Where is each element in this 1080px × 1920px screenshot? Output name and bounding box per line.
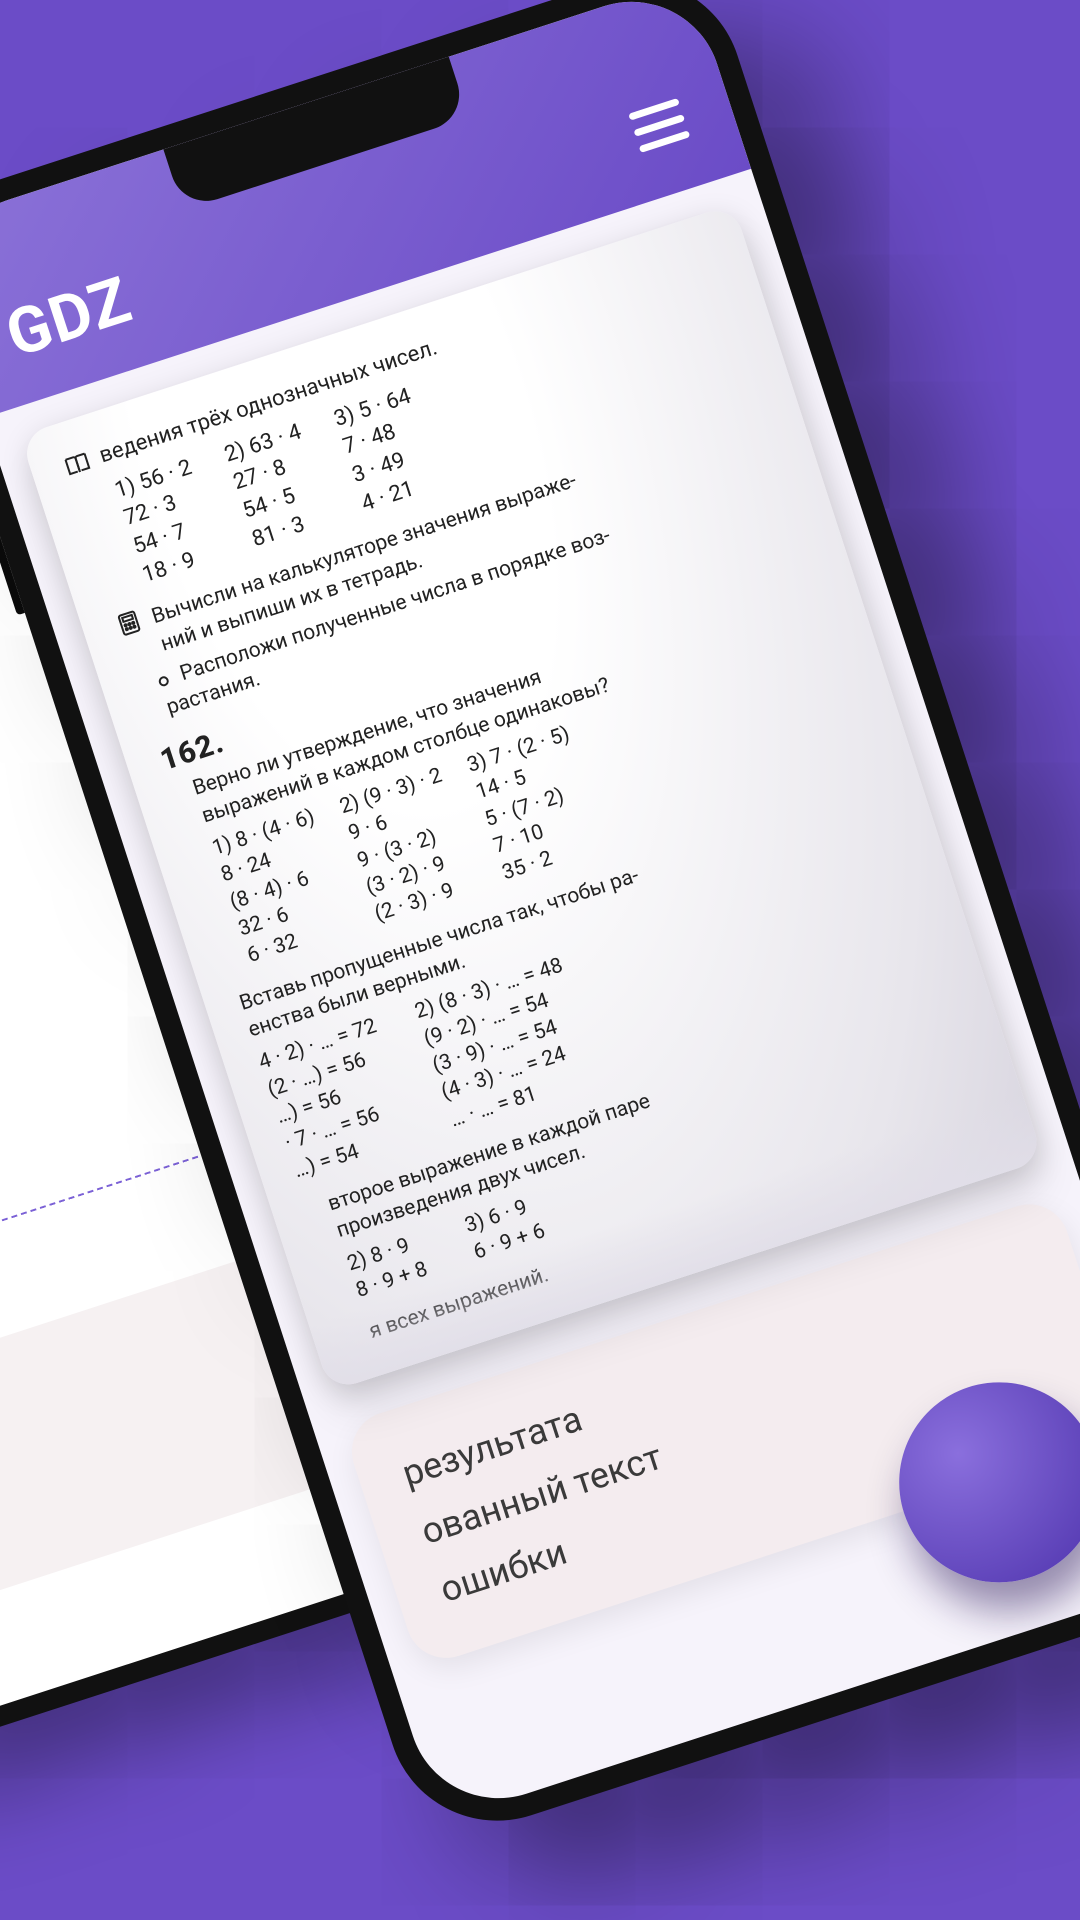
calculator-icon xyxy=(114,608,144,638)
hamburger-menu-icon[interactable] xyxy=(628,97,690,152)
q162-col-2: 2) (9 · 3) · 2 9 · 6 9 · (3 · 2) (3 · 2)… xyxy=(336,762,481,930)
app-title: GDZ xyxy=(0,262,140,372)
exercise-col-2: 2) 63 · 4 27 · 8 54 · 5 81 · 3 xyxy=(221,417,333,554)
exercise-col-1: 1) 56 · 2 72 · 3 54 · 7 18 · 9 xyxy=(111,453,223,590)
q162-col-1: 1) 8 · (4 · 6) 8 · 24 (8 · 4) · 6 32 · 6… xyxy=(209,803,354,971)
hollow-bullet-icon xyxy=(157,675,170,688)
exercise-col-3: 3) 5 · 64 7 · 48 3 · 49 4 · 21 xyxy=(330,382,442,519)
book-open-icon xyxy=(62,449,92,479)
insert-col-1: 4 · 2) · … = 72 (2 · …) = 56 …) = 56 · 7… xyxy=(255,1013,415,1186)
q162-col-3: 3) 7 · (2 · 5) 14 · 5 5 · (7 · 2) 7 · 10… xyxy=(464,720,609,888)
